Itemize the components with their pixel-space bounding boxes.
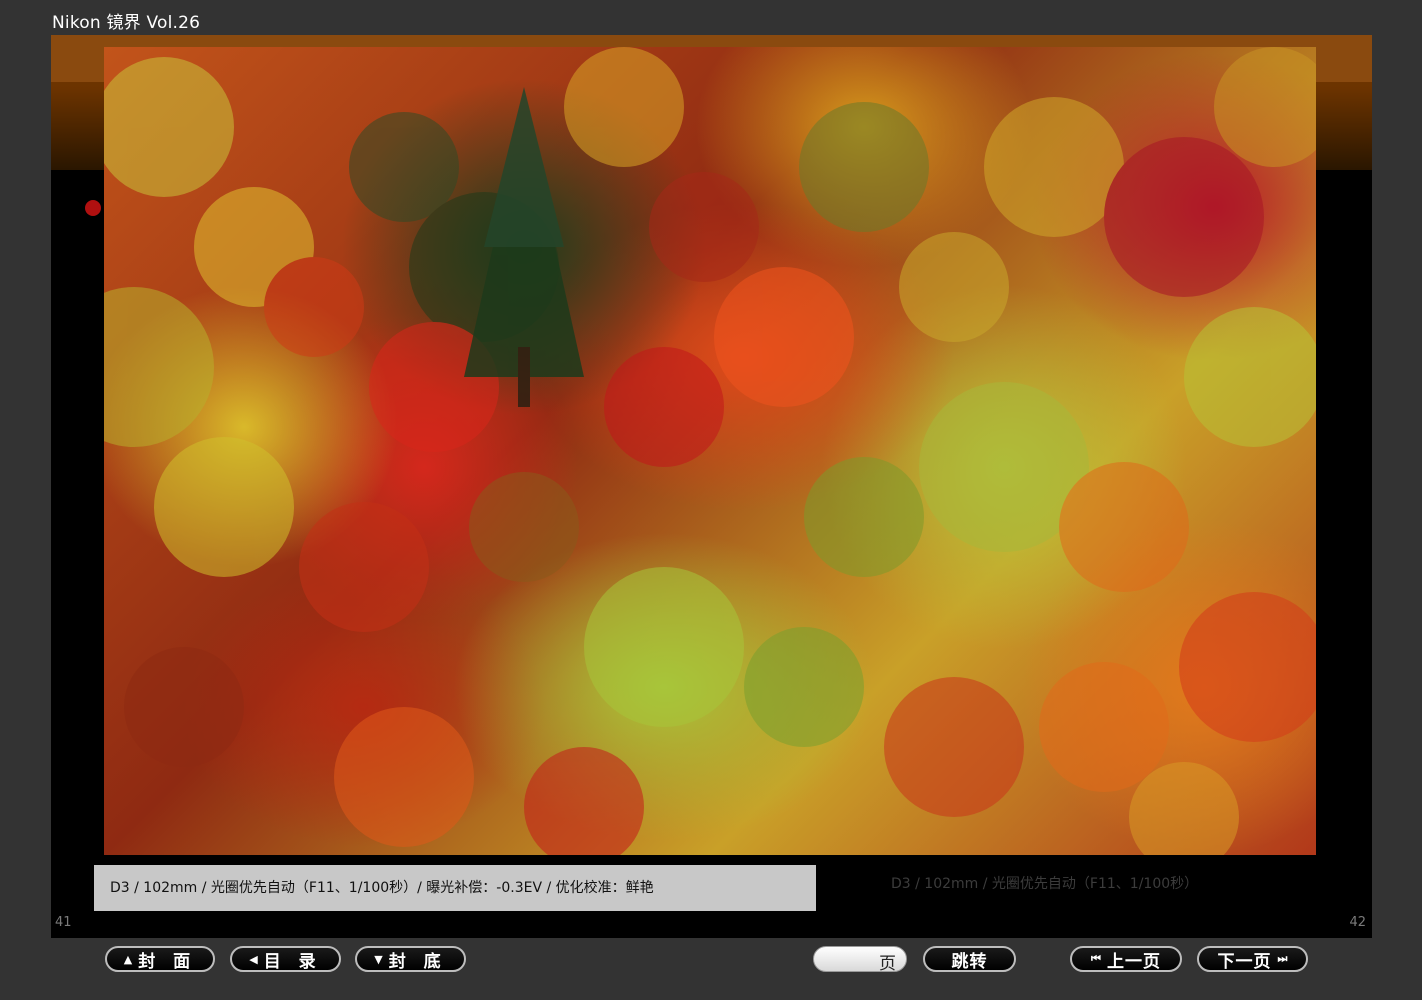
- page-number-input[interactable]: [824, 950, 878, 970]
- jump-button[interactable]: 跳转: [923, 946, 1016, 972]
- next-page-label: 下一页: [1217, 951, 1272, 972]
- back-cover-button[interactable]: ▼ 封 底: [355, 946, 466, 972]
- previous-page-label: 上一页: [1106, 951, 1161, 972]
- page-unit-label: 页: [879, 954, 896, 974]
- next-page-button[interactable]: 下一页 ⏭: [1197, 946, 1308, 972]
- contents-button[interactable]: ◀ 目 录: [230, 946, 341, 972]
- skip-forward-icon: ⏭: [1277, 952, 1288, 965]
- cover-button[interactable]: ▲ 封 面: [105, 946, 215, 972]
- back-cover-button-label: 封 底: [388, 951, 447, 972]
- cover-button-label: 封 面: [138, 951, 197, 972]
- triangle-down-icon: ▼: [374, 952, 383, 966]
- triangle-left-icon: ◀: [249, 952, 258, 966]
- autumn-forest-photo[interactable]: [104, 47, 1316, 855]
- foliage-illustration: [104, 47, 1316, 855]
- page-number-field[interactable]: 页: [813, 946, 907, 974]
- magazine-viewer: D3 / 102mm / 光圈优先自动（F11、1/100秒） D3 / 102…: [51, 35, 1372, 938]
- background-caption: D3 / 102mm / 光圈优先自动（F11、1/100秒）: [891, 876, 1199, 892]
- right-page-number: 42: [1349, 915, 1366, 930]
- previous-page-button[interactable]: ⏮ 上一页: [1070, 946, 1182, 972]
- photo-exif-caption: D3 / 102mm / 光圈优先自动（F11、1/100秒）/ 曝光补偿：-0…: [94, 865, 816, 911]
- app-title: Nikon 镜界 Vol.26: [52, 13, 201, 33]
- jump-button-label: 跳转: [951, 951, 988, 972]
- skip-back-icon: ⏮: [1091, 952, 1101, 965]
- triangle-up-icon: ▲: [123, 952, 133, 966]
- left-page-number: 41: [55, 915, 72, 930]
- contents-button-label: 目 录: [263, 951, 322, 972]
- bullet-icon: [85, 200, 101, 216]
